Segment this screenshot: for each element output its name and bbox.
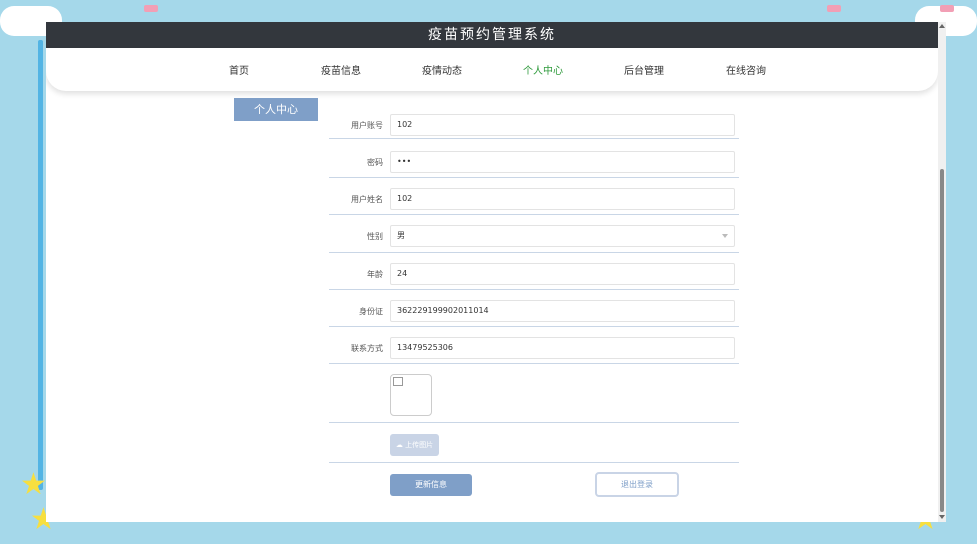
age-label: 年龄 — [367, 270, 383, 279]
phone-field[interactable]: 13479525306 — [390, 337, 735, 359]
form-row-phone: 联系方式 13479525306 — [329, 327, 739, 364]
age-field[interactable]: 24 — [390, 263, 735, 285]
id-card-label: 身份证 — [359, 307, 383, 316]
form-row-id-card: 身份证 362229199902011014 — [329, 290, 739, 327]
flag-decoration — [144, 5, 158, 12]
logout-button[interactable]: 退出登录 — [595, 472, 679, 497]
name-label: 用户姓名 — [351, 195, 383, 204]
decorative-line — [38, 40, 43, 490]
broken-image-icon — [393, 377, 403, 386]
account-label: 用户账号 — [351, 121, 383, 130]
password-field[interactable]: ••• — [390, 151, 735, 173]
nav-menu: 首页 疫苗信息 疫情动态 个人中心 后台管理 在线咨询 — [46, 62, 938, 78]
flag-decoration — [940, 5, 954, 12]
form-row-gender: 性别 男 — [329, 215, 739, 253]
form-row-name: 用户姓名 102 — [329, 178, 739, 215]
chevron-down-icon — [722, 234, 728, 238]
sidebar-tab-personal-center[interactable]: 个人中心 — [234, 98, 318, 121]
gender-select[interactable]: 男 — [390, 225, 735, 247]
main-window: 疫苗预约管理系统 首页 疫苗信息 疫情动态 个人中心 后台管理 在线咨询 个人中… — [46, 22, 946, 522]
flag-decoration — [827, 5, 841, 12]
star-icon: ★ — [20, 467, 47, 502]
form-row-password: 密码 ••• — [329, 139, 739, 178]
form-row-age: 年龄 24 — [329, 253, 739, 290]
scroll-up-icon[interactable] — [939, 24, 945, 28]
scrollbar-thumb[interactable] — [940, 169, 944, 512]
nav-bar: 首页 疫苗信息 疫情动态 个人中心 后台管理 在线咨询 — [46, 48, 938, 91]
nav-item-epidemic-news[interactable]: 疫情动态 — [422, 62, 462, 77]
update-info-button[interactable]: 更新信息 — [390, 474, 472, 496]
avatar — [390, 374, 432, 416]
nav-item-admin[interactable]: 后台管理 — [624, 62, 664, 77]
nav-item-online-consult[interactable]: 在线咨询 — [726, 62, 766, 77]
id-card-field[interactable]: 362229199902011014 — [390, 300, 735, 322]
cloud-upload-icon: ☁ — [395, 441, 403, 449]
password-label: 密码 — [367, 158, 383, 167]
form-row-upload: ☁ 上传图片 — [329, 423, 739, 463]
nav-item-personal-center[interactable]: 个人中心 — [523, 62, 563, 77]
form-row-avatar — [329, 364, 739, 423]
upload-image-button[interactable]: ☁ 上传图片 — [390, 434, 439, 456]
scroll-down-icon[interactable] — [939, 515, 945, 519]
app-title: 疫苗预约管理系统 — [46, 22, 938, 48]
phone-label: 联系方式 — [351, 344, 383, 353]
account-field[interactable]: 102 — [390, 114, 735, 136]
name-field[interactable]: 102 — [390, 188, 735, 210]
gender-label: 性别 — [367, 232, 383, 241]
form-row-account: 用户账号 102 — [329, 112, 739, 139]
nav-item-vaccine-info[interactable]: 疫苗信息 — [321, 62, 361, 77]
nav-item-home[interactable]: 首页 — [229, 62, 249, 77]
upload-button-label: 上传图片 — [405, 441, 434, 449]
gender-value: 男 — [397, 231, 405, 240]
